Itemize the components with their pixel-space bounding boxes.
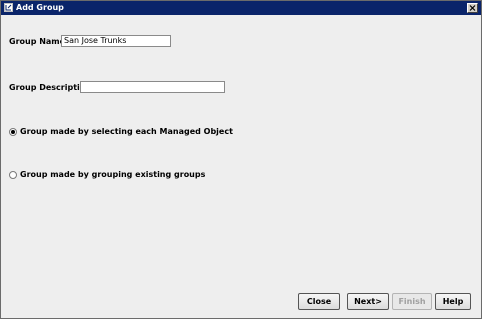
window-title: Add Group	[16, 3, 64, 12]
radio-label-managed-objects: Group made by selecting each Managed Obj…	[20, 127, 233, 136]
radio-dot	[11, 130, 15, 134]
radio-button-selected[interactable]	[9, 128, 17, 136]
next-button[interactable]: Next>	[347, 293, 389, 310]
help-button[interactable]: Help	[435, 293, 471, 310]
app-icon	[4, 3, 13, 12]
group-name-field[interactable]: San Jose Trunks	[61, 35, 171, 47]
radio-button-unselected[interactable]	[9, 171, 17, 179]
radio-label-existing-groups: Group made by grouping existing groups	[20, 170, 206, 179]
finish-button[interactable]: Finish	[392, 293, 432, 310]
group-description-field[interactable]	[80, 81, 225, 93]
add-group-dialog: Add Group Group Name* San Jose Trunks Gr…	[0, 0, 482, 319]
close-button[interactable]: Close	[298, 293, 340, 310]
title-bar: Add Group	[1, 1, 481, 15]
close-icon[interactable]	[467, 3, 478, 13]
group-description-label: Group Description	[9, 83, 91, 92]
